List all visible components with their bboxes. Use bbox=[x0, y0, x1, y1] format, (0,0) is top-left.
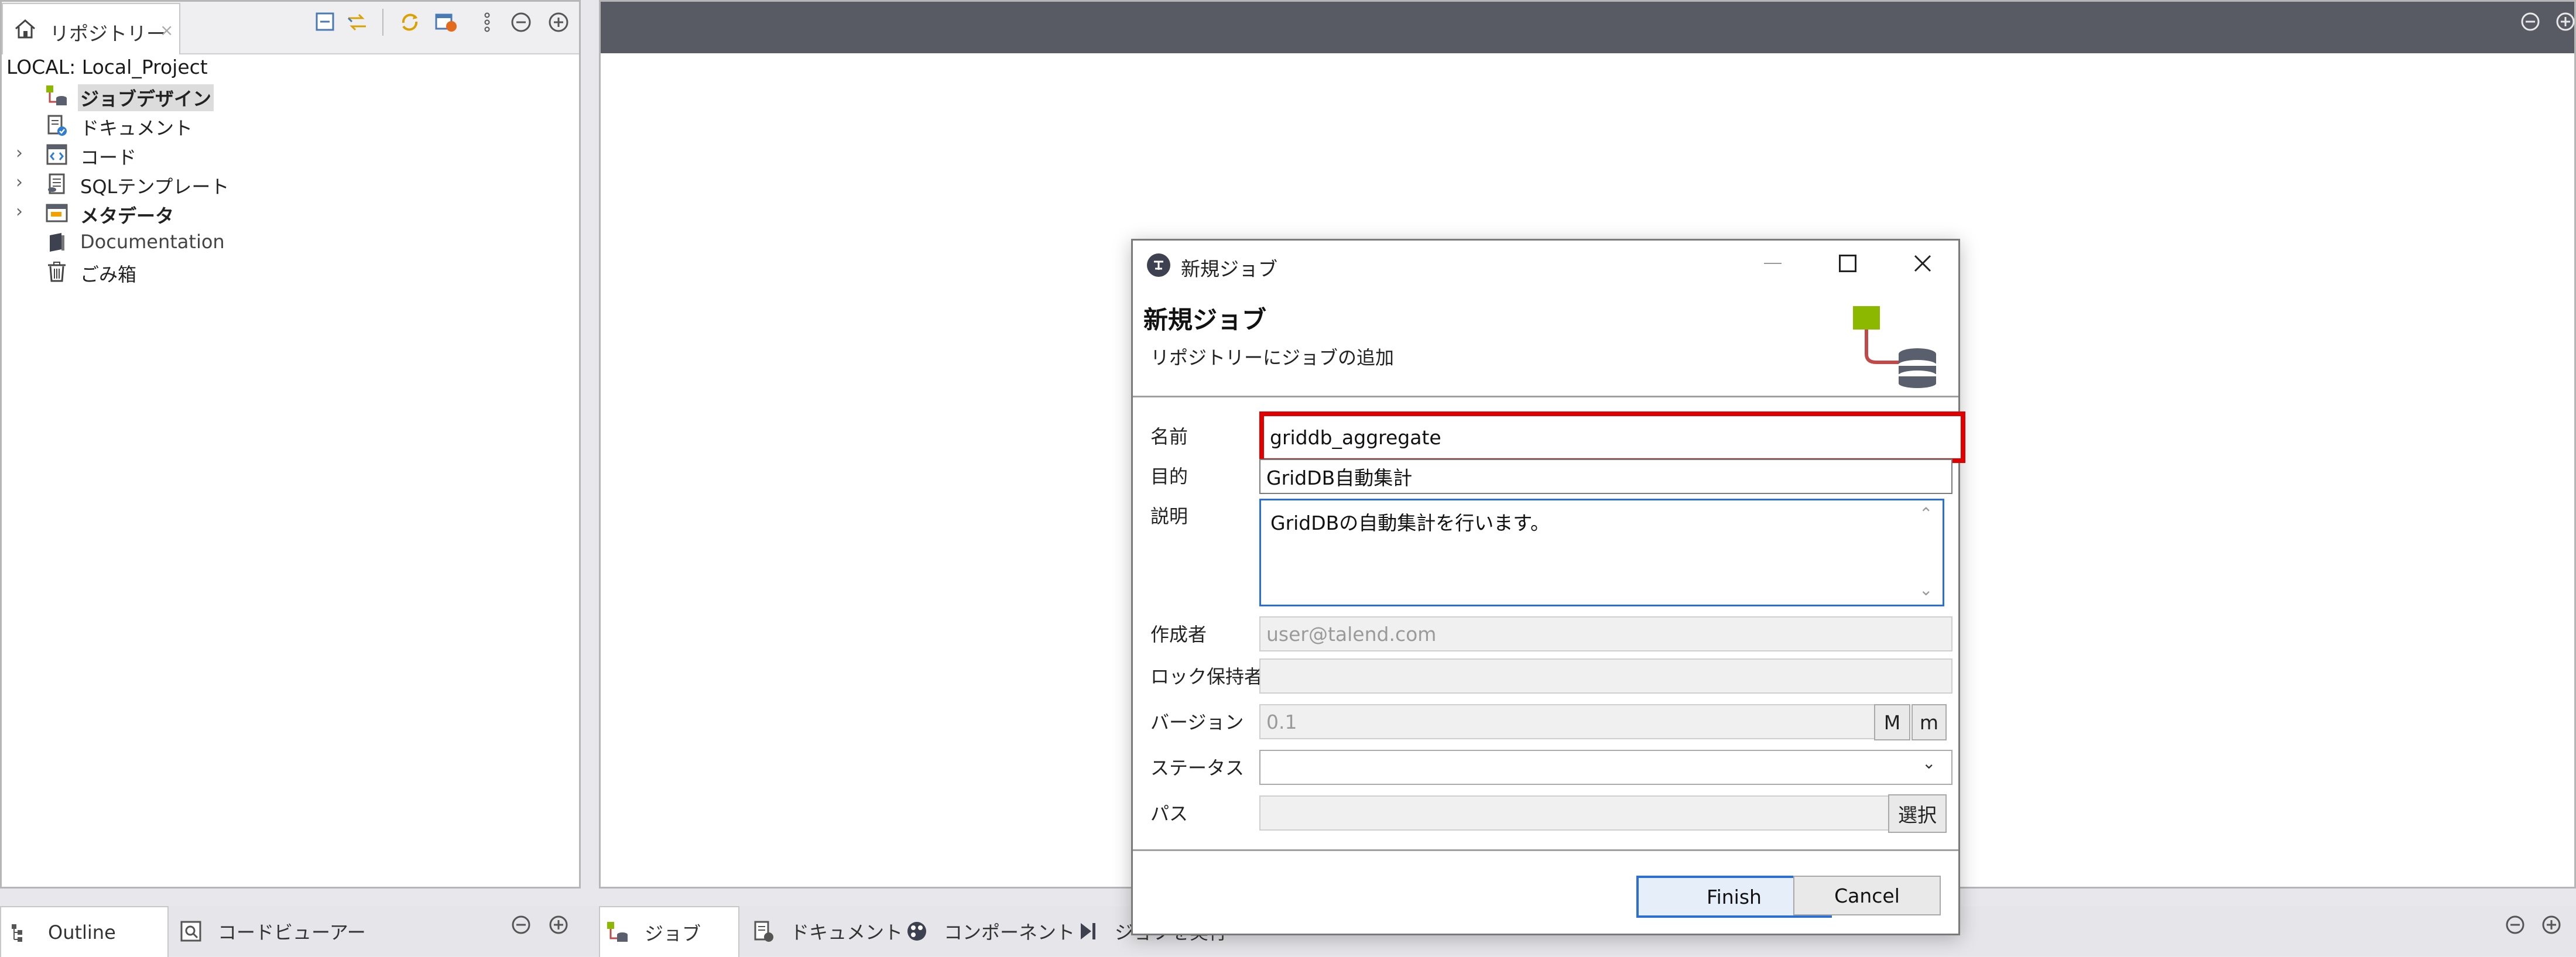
window-close-icon[interactable] bbox=[1912, 252, 1934, 275]
component-icon bbox=[905, 920, 929, 943]
job-design-icon bbox=[45, 84, 68, 108]
tab-code-viewer[interactable]: コードビューアー bbox=[179, 906, 366, 956]
tab-repository[interactable]: リポジトリー × bbox=[2, 3, 180, 54]
maximize-icon[interactable] bbox=[546, 10, 571, 35]
path-input[interactable] bbox=[1259, 795, 1893, 831]
minimize-icon[interactable] bbox=[2520, 11, 2541, 32]
tab-document-label: ドキュメント bbox=[790, 921, 903, 944]
locker-label: ロック保持者 bbox=[1150, 666, 1263, 688]
tab-document[interactable]: ドキュメント bbox=[752, 906, 903, 956]
editor-header bbox=[601, 2, 2576, 53]
tab-repository-label: リポジトリー bbox=[50, 22, 166, 45]
purpose-input[interactable]: GridDB自動集計 bbox=[1259, 459, 1952, 494]
code-viewer-icon bbox=[179, 920, 203, 943]
status-label: ステータス bbox=[1150, 757, 1245, 779]
version-major-button[interactable]: M bbox=[1874, 704, 1910, 740]
author-label: 作成者 bbox=[1150, 623, 1207, 646]
path-select-button[interactable]: 選択 bbox=[1888, 794, 1947, 833]
window-maximize-icon[interactable] bbox=[1839, 255, 1856, 272]
document-icon bbox=[45, 114, 68, 137]
tree-item-label: ドキュメント bbox=[80, 117, 193, 139]
sql-template-icon bbox=[45, 172, 68, 195]
job-icon bbox=[606, 921, 629, 944]
dialog-header-divider bbox=[1133, 396, 1958, 397]
name-input[interactable]: griddb_aggregate bbox=[1259, 411, 1965, 463]
link-editor-icon[interactable] bbox=[345, 10, 369, 35]
document-icon bbox=[752, 920, 775, 943]
dialog-header-title: 新規ジョブ bbox=[1143, 306, 1267, 334]
run-job-icon bbox=[1076, 920, 1099, 943]
filter-icon[interactable] bbox=[434, 10, 458, 35]
outline-icon bbox=[9, 921, 33, 944]
code-icon bbox=[45, 143, 68, 166]
dialog-footer-divider bbox=[1133, 849, 1958, 851]
minimize-icon[interactable] bbox=[2505, 914, 2526, 935]
metadata-icon bbox=[45, 201, 68, 225]
minimize-icon[interactable] bbox=[509, 10, 533, 35]
repository-tabbar: リポジトリー × bbox=[2, 2, 579, 54]
maximize-icon[interactable] bbox=[2541, 914, 2562, 935]
description-textarea[interactable]: GridDBの自動集計を行います。 ⌃ ⌄ bbox=[1259, 499, 1944, 606]
tab-outline-label: Outline bbox=[48, 921, 116, 944]
scroll-up-icon[interactable]: ⌃ bbox=[1919, 504, 1933, 523]
tab-code-viewer-label: コードビューアー bbox=[218, 921, 366, 944]
maximize-icon[interactable] bbox=[2555, 11, 2576, 32]
path-label: パス bbox=[1150, 802, 1188, 825]
version-minor-button[interactable]: m bbox=[1912, 704, 1947, 740]
refresh-icon[interactable] bbox=[398, 10, 422, 35]
tab-job-label: ジョブ bbox=[645, 922, 701, 945]
maximize-icon[interactable] bbox=[548, 914, 569, 935]
collapse-all-icon[interactable] bbox=[313, 10, 338, 35]
documentation-icon bbox=[45, 231, 68, 254]
status-select[interactable]: ⌄ bbox=[1259, 750, 1952, 785]
description-text: GridDBの自動集計を行います。 bbox=[1270, 512, 1550, 534]
window-minimize-icon[interactable] bbox=[1764, 263, 1782, 264]
tab-outline[interactable]: Outline bbox=[0, 906, 169, 957]
tab-component-label: コンポーネント bbox=[944, 921, 1075, 944]
tree-item-label: コード bbox=[80, 146, 137, 169]
chevron-right-icon[interactable]: › bbox=[16, 143, 23, 163]
scroll-down-icon[interactable]: ⌄ bbox=[1919, 580, 1933, 599]
tree-item-label: メタデータ bbox=[80, 205, 174, 227]
tab-component[interactable]: コンポーネント bbox=[905, 906, 1075, 956]
author-input[interactable]: user@talend.com bbox=[1259, 616, 1952, 651]
tree-item-label: ジョブデザイン bbox=[78, 84, 214, 111]
trash-icon bbox=[45, 260, 68, 283]
cancel-button[interactable]: Cancel bbox=[1793, 876, 1941, 915]
view-menu-icon[interactable] bbox=[475, 10, 499, 35]
home-icon bbox=[12, 16, 38, 42]
description-label: 説明 bbox=[1150, 505, 1188, 527]
new-job-dialog: 新規ジョブ 新規ジョブ リポジトリーにジョブの追加 名前 griddb_aggr… bbox=[1131, 239, 1965, 935]
repository-panel: リポジトリー × LOCAL: Local_Project ジョブデザイン ドキ… bbox=[0, 0, 581, 889]
version-label: バージョン bbox=[1150, 711, 1244, 733]
toolbar-divider bbox=[382, 9, 383, 36]
chevron-right-icon[interactable]: › bbox=[16, 172, 23, 193]
dialog-window-title: 新規ジョブ bbox=[1181, 258, 1277, 280]
chevron-down-icon[interactable]: ⌄ bbox=[1922, 753, 1936, 773]
talend-app-icon bbox=[1146, 252, 1171, 278]
tree-item-label: SQLテンプレート bbox=[80, 176, 229, 198]
tab-close-icon[interactable]: × bbox=[160, 20, 173, 40]
version-input[interactable]: 0.1 bbox=[1259, 704, 1879, 739]
dialog-header-subtitle: リポジトリーにジョブの追加 bbox=[1150, 347, 1395, 369]
tree-item-label: Documentation bbox=[80, 231, 225, 253]
tree-item-label: ごみ箱 bbox=[80, 263, 137, 286]
locker-input[interactable] bbox=[1259, 658, 1952, 694]
project-label: LOCAL: Local_Project bbox=[6, 56, 208, 78]
dialog-titlebar[interactable]: 新規ジョブ bbox=[1133, 241, 1958, 289]
new-job-wizard-icon bbox=[1853, 306, 1941, 388]
purpose-label: 目的 bbox=[1150, 465, 1188, 488]
minimize-icon[interactable] bbox=[511, 914, 532, 935]
name-label: 名前 bbox=[1150, 426, 1188, 448]
chevron-right-icon[interactable]: › bbox=[16, 201, 23, 222]
tab-job[interactable]: ジョブ bbox=[599, 906, 739, 957]
